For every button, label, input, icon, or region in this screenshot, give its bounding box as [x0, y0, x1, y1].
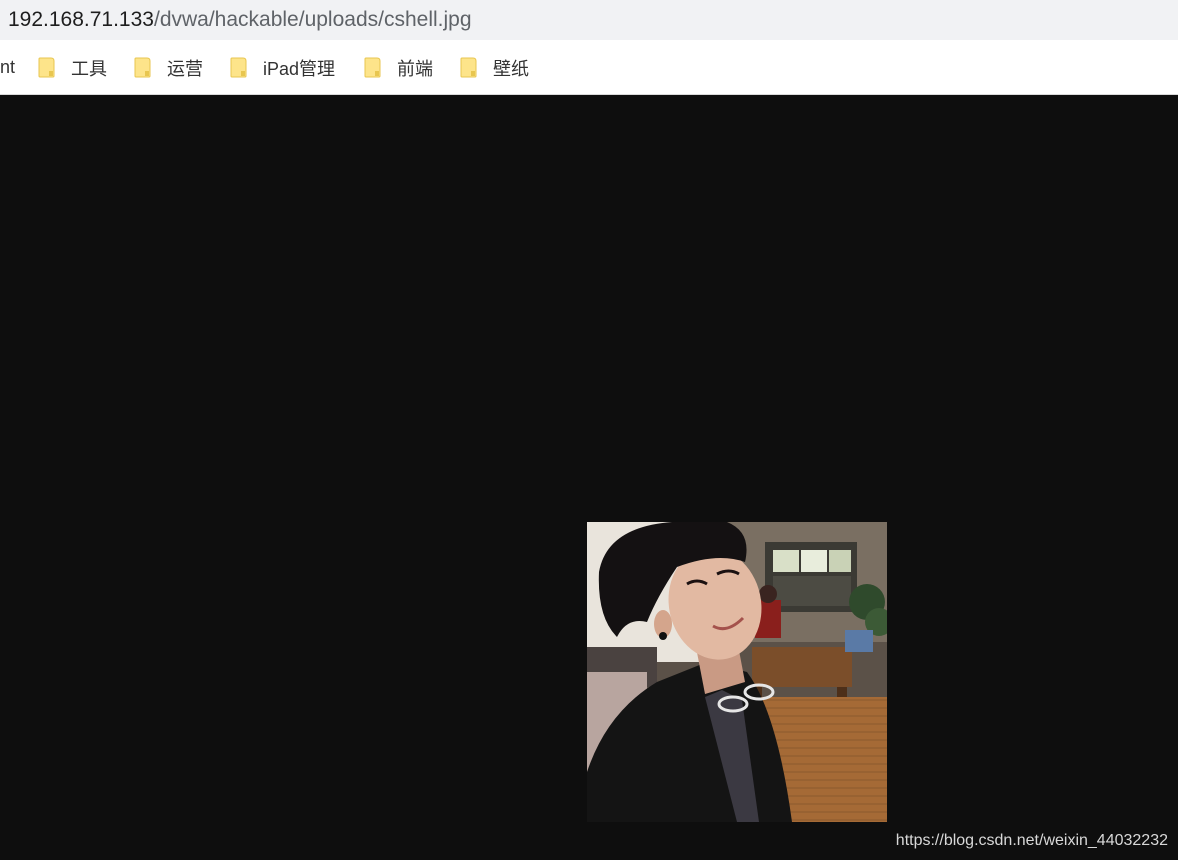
bookmark-label: 壁纸: [493, 58, 529, 79]
folder-icon: [230, 57, 247, 78]
bookmark-folder-frontend[interactable]: 前端: [364, 40, 433, 94]
folder-icon: [134, 57, 151, 78]
watermark-text: https://blog.csdn.net/weixin_44032232: [895, 832, 1168, 849]
url-host: 192.168.71.133: [8, 8, 154, 31]
bookmarks-bar: nt 工具 运营 iPad管理 前端 壁纸: [0, 40, 1178, 95]
folder-icon: [460, 57, 477, 78]
photo-illustration: [587, 522, 887, 822]
bookmark-folder-tools[interactable]: 工具: [38, 40, 107, 94]
folder-icon: [38, 57, 55, 78]
bookmark-label: 运营: [167, 58, 203, 79]
address-bar[interactable]: 192.168.71.133/dvwa/hackable/uploads/csh…: [0, 0, 1178, 40]
bookmark-partial[interactable]: nt: [0, 40, 16, 94]
bookmark-label: 工具: [71, 58, 107, 79]
bookmark-folder-operations[interactable]: 运营: [134, 40, 203, 94]
bookmark-label: 前端: [397, 58, 433, 79]
bookmark-label: iPad管理: [263, 58, 336, 79]
bookmark-folder-ipad[interactable]: iPad管理: [230, 40, 336, 94]
bookmark-label: nt: [0, 57, 16, 77]
selfie-photo[interactable]: [587, 522, 887, 822]
folder-icon: [364, 57, 381, 78]
url-path: /dvwa/hackable/uploads/cshell.jpg: [153, 8, 472, 31]
image-viewer: https://blog.csdn.net/weixin_44032232: [0, 95, 1178, 860]
bookmark-folder-wallpaper[interactable]: 壁纸: [460, 40, 529, 94]
